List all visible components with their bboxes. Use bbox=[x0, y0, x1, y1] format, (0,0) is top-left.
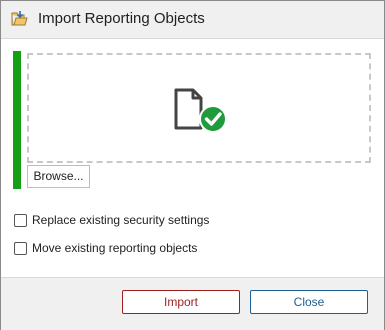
browse-button[interactable]: Browse... bbox=[27, 165, 90, 188]
dialog-title: Import Reporting Objects bbox=[38, 10, 205, 27]
title-bar: Import Reporting Objects bbox=[1, 1, 384, 39]
replace-security-label[interactable]: Replace existing security settings bbox=[32, 213, 209, 227]
move-objects-label[interactable]: Move existing reporting objects bbox=[32, 241, 197, 255]
import-button[interactable]: Import bbox=[122, 290, 240, 314]
replace-security-checkbox[interactable] bbox=[14, 214, 27, 227]
dialog-footer: Import Close bbox=[1, 277, 384, 330]
folder-import-icon bbox=[11, 10, 29, 28]
import-dialog: Import Reporting Objects Browse... Repla… bbox=[0, 0, 385, 330]
move-objects-checkbox[interactable] bbox=[14, 242, 27, 255]
drop-zone-accent-bar bbox=[13, 51, 21, 189]
close-button[interactable]: Close bbox=[250, 290, 368, 314]
file-drop-zone[interactable] bbox=[27, 53, 371, 163]
file-check-icon bbox=[173, 88, 231, 134]
